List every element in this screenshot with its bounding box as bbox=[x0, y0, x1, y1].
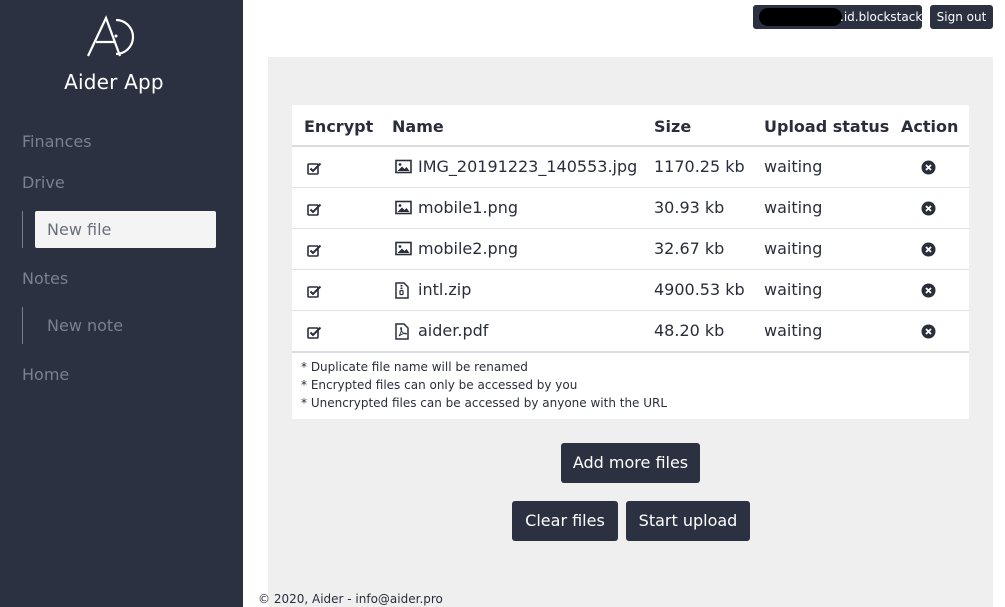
start-upload-button[interactable]: Start upload bbox=[626, 501, 750, 541]
clear-files-button[interactable]: Clear files bbox=[512, 501, 618, 541]
sidebar-item-drive[interactable]: Drive bbox=[22, 173, 65, 192]
note-encrypted: * Encrypted files can only be accessed b… bbox=[301, 378, 578, 392]
note-duplicate: * Duplicate file name will be renamed bbox=[301, 360, 528, 374]
upload-status: waiting bbox=[764, 321, 823, 340]
remove-file-icon[interactable] bbox=[921, 201, 936, 220]
image-file-icon bbox=[395, 200, 412, 219]
encrypt-checkbox[interactable] bbox=[307, 160, 322, 179]
file-name: IMG_20191223_140553.jpg bbox=[418, 157, 638, 176]
sign-out-button[interactable]: Sign out bbox=[930, 5, 993, 29]
encrypt-checkbox[interactable] bbox=[307, 201, 322, 220]
remove-file-icon[interactable] bbox=[921, 283, 936, 302]
username-redaction bbox=[759, 8, 842, 26]
file-size: 30.93 kb bbox=[654, 198, 725, 217]
encrypt-checkbox[interactable] bbox=[307, 283, 322, 302]
pdf-file-icon bbox=[395, 323, 409, 344]
user-badge[interactable]: .id.blockstack bbox=[753, 5, 922, 29]
remove-file-icon[interactable] bbox=[921, 324, 936, 343]
image-file-icon bbox=[395, 159, 412, 178]
row-divider bbox=[292, 269, 969, 270]
header-divider bbox=[292, 145, 969, 147]
sidebar-item-new-note[interactable]: New note bbox=[35, 307, 216, 344]
encrypt-checkbox[interactable] bbox=[307, 242, 322, 261]
column-header-action: Action bbox=[901, 117, 959, 136]
footer: © 2020, Aider - info@aider.pro bbox=[258, 592, 443, 606]
column-header-name: Name bbox=[392, 117, 444, 136]
file-size: 32.67 kb bbox=[654, 239, 725, 258]
upload-status: waiting bbox=[764, 280, 823, 299]
row-divider bbox=[292, 187, 969, 188]
upload-status: waiting bbox=[764, 239, 823, 258]
zip-file-icon bbox=[395, 282, 409, 303]
column-header-status: Upload status bbox=[764, 117, 890, 136]
file-size: 48.20 kb bbox=[654, 321, 725, 340]
file-name: mobile1.png bbox=[418, 198, 518, 217]
file-name: mobile2.png bbox=[418, 239, 518, 258]
row-divider bbox=[292, 228, 969, 229]
row-divider bbox=[292, 351, 969, 353]
file-size: 4900.53 kb bbox=[654, 280, 745, 299]
note-unencrypted: * Unencrypted files can be accessed by a… bbox=[301, 396, 668, 410]
column-header-encrypt: Encrypt bbox=[304, 117, 374, 136]
app-title: Aider App bbox=[64, 70, 164, 94]
sidebar-item-finances[interactable]: Finances bbox=[22, 132, 92, 151]
remove-file-icon[interactable] bbox=[921, 160, 936, 179]
file-size: 1170.25 kb bbox=[654, 157, 745, 176]
sidebar-item-home[interactable]: Home bbox=[22, 365, 69, 384]
notes-submenu-line bbox=[22, 307, 23, 344]
column-header-size: Size bbox=[654, 117, 692, 136]
sidebar-item-notes[interactable]: Notes bbox=[22, 269, 68, 288]
sidebar: Aider App Finances Drive New file Notes … bbox=[0, 0, 243, 607]
encrypt-checkbox[interactable] bbox=[307, 324, 322, 343]
username-suffix: .id.blockstack bbox=[840, 10, 923, 24]
sidebar-item-new-file[interactable]: New file bbox=[35, 211, 216, 248]
row-divider bbox=[292, 310, 969, 311]
add-more-files-button[interactable]: Add more files bbox=[561, 443, 700, 483]
drive-submenu-line bbox=[22, 211, 23, 248]
image-file-icon bbox=[395, 241, 412, 260]
remove-file-icon[interactable] bbox=[921, 242, 936, 261]
upload-status: waiting bbox=[764, 198, 823, 217]
file-name: intl.zip bbox=[418, 280, 472, 299]
upload-status: waiting bbox=[764, 157, 823, 176]
app-logo bbox=[87, 15, 135, 57]
file-name: aider.pdf bbox=[418, 321, 489, 340]
